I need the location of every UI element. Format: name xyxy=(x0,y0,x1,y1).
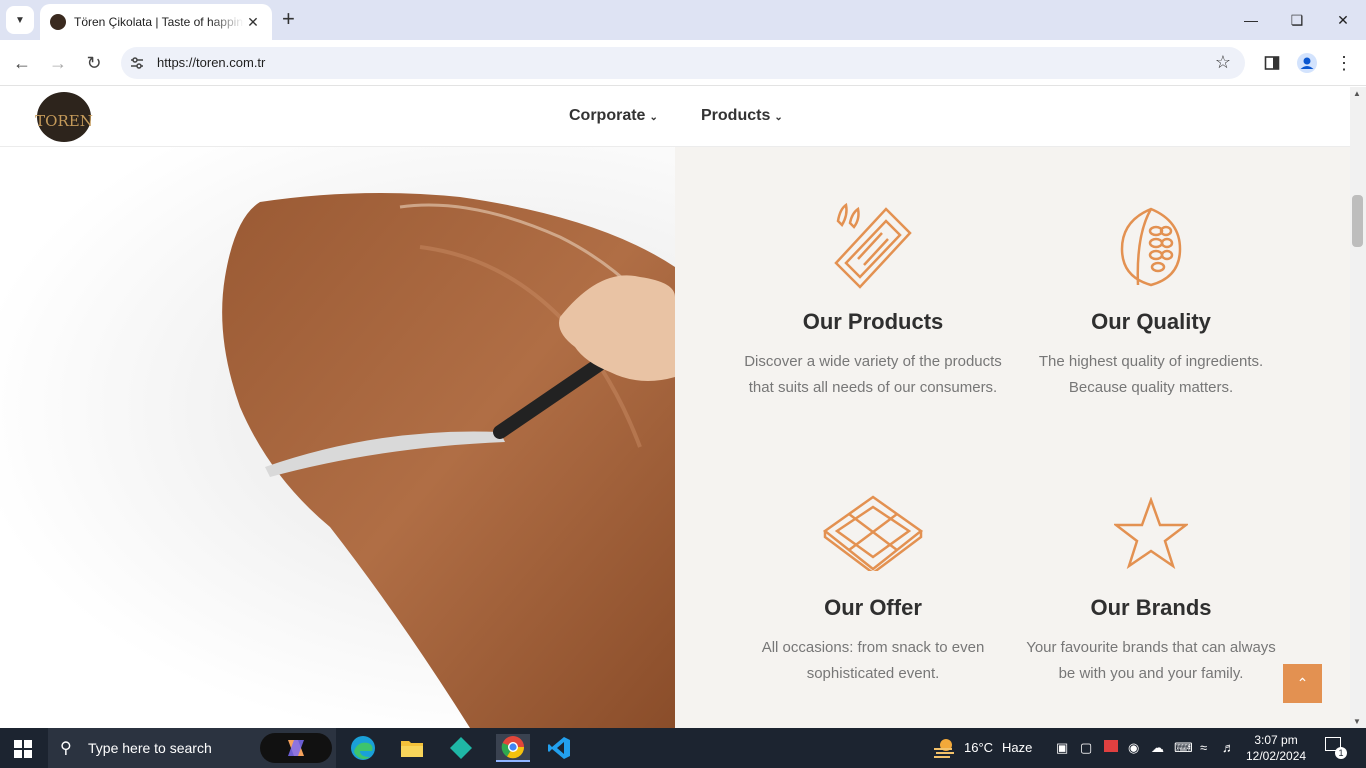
file-explorer-icon[interactable] xyxy=(398,734,426,762)
restore-button[interactable]: ❏ xyxy=(1274,0,1320,40)
notification-count: 1 xyxy=(1335,747,1347,759)
menu-kebab-icon[interactable]: ⋮ xyxy=(1332,51,1356,75)
star-icon xyxy=(1021,485,1281,581)
tray-cloud-icon[interactable]: ☁ xyxy=(1151,740,1164,756)
cocoa-pod-icon xyxy=(1021,199,1281,295)
tray-ime-icon[interactable]: ⌨ xyxy=(1174,740,1193,756)
feature-our-brands: Our Brands Your favourite brands that ca… xyxy=(1021,485,1281,687)
nav-products[interactable]: Products ⌄ xyxy=(701,107,783,125)
tray-antivirus-icon[interactable] xyxy=(1104,740,1118,755)
notification-center-icon[interactable]: 1 xyxy=(1325,737,1347,759)
address-bar[interactable]: https://toren.com.tr ☆ xyxy=(121,47,1245,79)
clock-time: 3:07 pm xyxy=(1254,733,1298,747)
app-diamond-icon[interactable] xyxy=(447,734,475,762)
chevron-down-icon: ▼ xyxy=(15,14,25,26)
site-settings-icon[interactable] xyxy=(129,55,145,71)
chrome-taskbar-icon[interactable] xyxy=(496,734,530,762)
tab-search-button[interactable]: ▼ xyxy=(6,6,34,34)
side-panel-icon[interactable] xyxy=(1260,51,1284,75)
tray-app-icon[interactable]: ▣ xyxy=(1056,740,1068,756)
chevron-down-icon: ⌄ xyxy=(649,112,658,123)
hero-image-chocolate-tempering xyxy=(0,147,675,728)
tab-title: Tören Çikolata | Taste of happiness xyxy=(74,15,244,29)
tab-close-icon[interactable]: ✕ xyxy=(244,14,262,31)
bookmark-star-icon[interactable]: ☆ xyxy=(1215,52,1231,73)
window-close-button[interactable]: ✕ xyxy=(1320,0,1366,40)
weather-temp[interactable]: 16°C xyxy=(964,740,993,755)
wifi-icon[interactable]: ≈ xyxy=(1200,740,1207,755)
nav-products-label: Products xyxy=(701,107,771,124)
weather-icon[interactable] xyxy=(932,737,956,762)
taskbar-clock[interactable]: 3:07 pm 12/02/2024 xyxy=(1246,732,1306,764)
feature-title: Our Offer xyxy=(824,595,922,620)
logo-text: TOREN xyxy=(35,112,93,130)
feature-our-offer: Our Offer All occasions: from snack to e… xyxy=(743,485,1003,687)
url-text: https://toren.com.tr xyxy=(157,55,266,70)
feature-text: Discover a wide variety of the products … xyxy=(744,353,1002,396)
reload-button[interactable]: ↻ xyxy=(82,51,106,75)
site-header: TOREN Corporate ⌄ Products ⌄ xyxy=(0,87,1350,147)
features-section: Our Products Discover a wide variety of … xyxy=(675,147,1350,728)
profile-avatar-icon[interactable] xyxy=(1295,51,1319,75)
scroll-up-arrow-icon[interactable]: ▲ xyxy=(1353,89,1361,98)
scroll-to-top-button[interactable]: ⌃ xyxy=(1283,664,1322,703)
clock-date: 12/02/2024 xyxy=(1246,749,1307,763)
tray-monitor-icon[interactable]: ▢ xyxy=(1080,740,1092,756)
chevron-down-icon: ⌄ xyxy=(774,112,783,123)
search-icon: ⚲ xyxy=(60,740,72,757)
chevron-up-icon: ⌃ xyxy=(1296,675,1309,691)
nav-corporate[interactable]: Corporate ⌄ xyxy=(569,107,658,125)
vscode-icon[interactable] xyxy=(545,734,573,762)
new-tab-button[interactable]: + xyxy=(282,8,295,30)
tray-camera-icon[interactable]: ◉ xyxy=(1128,740,1139,756)
feature-our-products: Our Products Discover a wide variety of … xyxy=(743,199,1003,401)
page-scrollbar[interactable]: ▲ ▼ xyxy=(1350,87,1366,728)
chocolate-bar-icon xyxy=(743,485,1003,581)
back-button[interactable]: ← xyxy=(10,51,34,75)
edge-browser-icon[interactable] xyxy=(349,734,377,762)
minimize-button[interactable]: — xyxy=(1228,0,1274,40)
snack-bar-icon xyxy=(743,199,1003,295)
feature-our-quality: Our Quality The highest quality of ingre… xyxy=(1021,199,1281,401)
feature-text: The highest quality of ingredients. Beca… xyxy=(1038,353,1264,396)
tab-strip: ▼ Tören Çikolata | Taste of happiness ✕ … xyxy=(0,0,1366,40)
feature-text: Your favourite brands that can always be… xyxy=(1026,639,1276,682)
scrollbar-thumb[interactable] xyxy=(1352,195,1363,247)
forward-button[interactable]: → xyxy=(46,51,70,75)
nav-corporate-label: Corporate xyxy=(569,107,646,124)
scroll-down-arrow-icon[interactable]: ▼ xyxy=(1353,717,1361,726)
feature-text: All occasions: from snack to even sophis… xyxy=(761,639,985,682)
feature-title: Our Quality xyxy=(1091,309,1211,334)
site-logo[interactable]: TOREN xyxy=(35,92,93,142)
feature-title: Our Brands xyxy=(1090,595,1212,620)
feature-title: Our Products xyxy=(802,309,944,334)
copilot-icon[interactable] xyxy=(260,733,332,763)
taskbar-search-placeholder: Type here to search xyxy=(88,740,212,756)
volume-icon[interactable]: ♬ xyxy=(1222,740,1235,755)
windows-taskbar: ⚲ Type here to search 16°C Haze ▣ ▢ ◉ ☁ … xyxy=(0,728,1366,768)
windows-start-icon[interactable] xyxy=(14,740,32,758)
web-page: TOREN Corporate ⌄ Products ⌄ Our Product… xyxy=(0,87,1350,728)
weather-desc[interactable]: Haze xyxy=(1002,740,1032,755)
favicon-icon xyxy=(50,14,66,30)
browser-toolbar: ← → ↻ https://toren.com.tr ☆ ⋮ xyxy=(0,40,1366,86)
browser-tab[interactable]: Tören Çikolata | Taste of happiness ✕ xyxy=(40,4,272,40)
